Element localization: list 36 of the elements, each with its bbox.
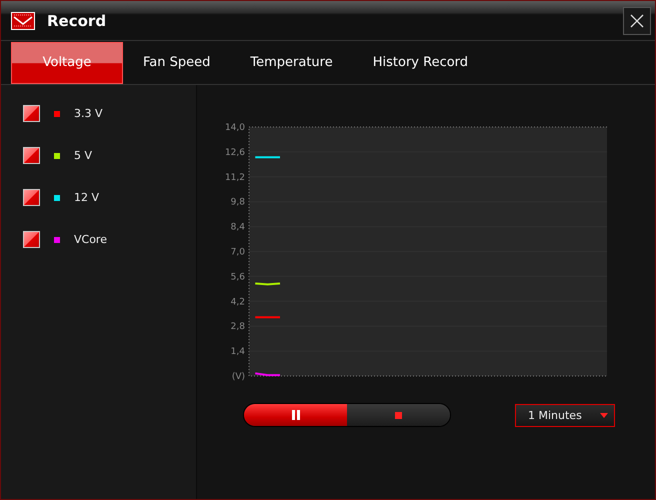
sensor-label: 12 V bbox=[74, 191, 100, 204]
sensor-label: VCore bbox=[74, 233, 107, 246]
axis-tick-label: 8,4 bbox=[230, 222, 245, 233]
axis-tick-label: 1,4 bbox=[230, 347, 245, 358]
tab[interactable]: Fan Speed bbox=[123, 42, 230, 84]
axis-tick-label: 2,8 bbox=[230, 322, 245, 332]
voltage-line bbox=[255, 372, 280, 376]
axis-tick-label: 7,0 bbox=[230, 248, 245, 258]
axis-tick-label: 9,8 bbox=[230, 198, 245, 208]
voltage-line bbox=[255, 282, 280, 286]
interval-dropdown[interactable]: 1 Minutes bbox=[515, 404, 615, 426]
axis-tick-label: 4,2 bbox=[230, 297, 245, 308]
close-icon bbox=[630, 14, 644, 28]
checkbox[interactable] bbox=[23, 147, 40, 164]
checkbox[interactable] bbox=[23, 189, 40, 206]
sensor-label: 3.3 V bbox=[74, 107, 103, 120]
app-logo-icon bbox=[11, 12, 35, 30]
close-button[interactable] bbox=[623, 6, 651, 34]
caret-icon bbox=[600, 412, 608, 418]
stop-icon bbox=[395, 412, 402, 418]
axis-tick-label: 5,6 bbox=[230, 272, 245, 282]
axis-tick-label: 12,6 bbox=[224, 148, 245, 158]
tab[interactable]: Temperature bbox=[230, 42, 353, 84]
checkbox[interactable] bbox=[23, 105, 40, 122]
pause-icon bbox=[292, 410, 300, 420]
pause-button[interactable] bbox=[244, 404, 347, 426]
window-title: Record bbox=[47, 12, 108, 30]
axis-tick-label: 11,2 bbox=[224, 172, 245, 183]
stop-button[interactable] bbox=[347, 404, 450, 426]
voltage-line bbox=[255, 316, 280, 318]
axis-tick-label: (V) bbox=[232, 372, 245, 382]
checkbox[interactable] bbox=[23, 231, 40, 248]
tab[interactable]: History Record bbox=[352, 42, 488, 84]
sensor-label: 5 V bbox=[74, 149, 92, 162]
axis-tick-label: 14,0 bbox=[224, 123, 245, 133]
voltage-line bbox=[255, 156, 280, 158]
